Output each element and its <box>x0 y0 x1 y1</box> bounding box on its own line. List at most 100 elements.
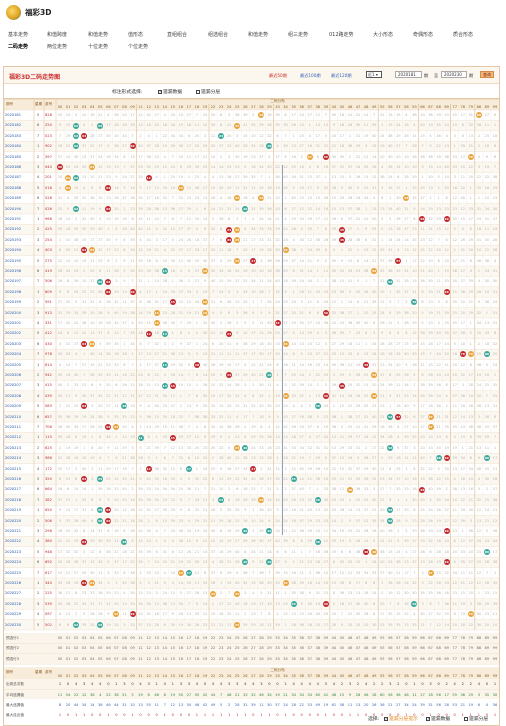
missing-data-toggle[interactable]: ✓遗漏数据 <box>158 88 182 95</box>
miss-cell: 13 <box>459 487 467 491</box>
recent-120-link[interactable]: 最近120期 <box>331 73 352 79</box>
stats-cell: 1 <box>491 682 499 686</box>
miss-cell: 36 <box>435 404 443 408</box>
nav-item[interactable]: 质合形态 <box>453 31 473 38</box>
query-button[interactable]: 查询 <box>480 71 494 78</box>
miss-cell: 6 <box>306 311 314 315</box>
miss-cell: 1 <box>282 591 290 595</box>
miss-cell: 9 <box>201 227 209 231</box>
miss-cell: 34 <box>322 300 330 304</box>
miss-cell: 32 <box>120 581 128 585</box>
stats-cell: 36 <box>394 693 402 697</box>
miss-cell: 21 <box>169 560 177 564</box>
nav-item[interactable]: 值形态 <box>128 31 143 38</box>
miss-cell: 25 <box>112 602 120 606</box>
miss-cell: 24 <box>169 571 177 575</box>
miss-cell: 19 <box>225 539 233 543</box>
miss-cell: 20 <box>241 300 249 304</box>
miss-cell: 30 <box>209 321 217 325</box>
miss-cell: 1 <box>459 529 467 533</box>
predict-cell: 39 <box>322 636 330 640</box>
start-issue-input[interactable]: 2020181 <box>395 71 422 78</box>
header-col: 02 <box>72 105 80 109</box>
miss-cell: 18 <box>290 435 298 439</box>
miss-cell: 31 <box>346 477 354 481</box>
miss-cell: 35 <box>330 259 338 263</box>
miss-cell: 37 <box>128 300 136 304</box>
miss-cell: 4 <box>249 196 257 200</box>
miss-cell: 1 <box>314 487 322 491</box>
nav-item[interactable]: 二码走势 <box>8 43 28 50</box>
predict-cell: 25 <box>233 657 241 661</box>
miss-cell: 20 <box>362 311 370 315</box>
miss-cell: 40 <box>80 467 88 471</box>
miss-cell: 3 <box>201 134 209 138</box>
nav-item[interactable]: 十位走势 <box>88 43 108 50</box>
issue-cell: 2020184 <box>5 144 21 148</box>
nav-item[interactable]: 奇偶形态 <box>413 31 433 38</box>
miss-cell: 29 <box>201 144 209 148</box>
miss-cell: 28 <box>402 321 410 325</box>
nav-item[interactable]: 个位走势 <box>128 43 148 50</box>
recent-50-link[interactable]: 最近50期 <box>269 73 287 79</box>
miss-cell: 24 <box>177 238 185 242</box>
miss-cell: 15 <box>161 519 169 523</box>
miss-cell: 5 <box>104 560 112 564</box>
nav-item[interactable]: 组三走势 <box>288 31 308 38</box>
miss-cell: 32 <box>72 550 80 554</box>
miss-cell: 3 <box>233 134 241 138</box>
recent-100-link[interactable]: 最近100期 <box>300 73 321 79</box>
miss-cell: 22 <box>225 602 233 606</box>
nav-item[interactable]: 基本走势 <box>8 31 28 38</box>
miss-cell: 25 <box>370 227 378 231</box>
miss-cell: 13 <box>145 352 153 356</box>
miss-cell: 38 <box>290 248 298 252</box>
missing-layer-toggle[interactable]: 遗漏分层 <box>196 88 220 95</box>
miss-cell: 39 <box>402 539 410 543</box>
issue-cell: 2020203 <box>5 342 21 346</box>
miss-cell: 4 <box>128 321 136 325</box>
miss-cell: 40 <box>128 227 136 231</box>
footer-missing-toggle[interactable]: ✓遗漏数据 <box>426 715 450 722</box>
miss-cell: 9 <box>104 446 112 450</box>
footer-layer-toggle[interactable]: 遗漏分层 <box>464 715 488 722</box>
miss-cell: 17 <box>72 508 80 512</box>
miss-cell: 18 <box>257 144 265 148</box>
nav-item[interactable]: 和值走势 <box>248 31 268 38</box>
miss-cell: 22 <box>56 539 64 543</box>
miss-cell: 1 <box>451 144 459 148</box>
end-issue-input[interactable]: 2020230 <box>441 71 467 78</box>
miss-cell: 6 <box>128 217 136 221</box>
stats-col: 13 <box>153 674 161 678</box>
miss-cell: 3 <box>56 342 64 346</box>
footer-hint-toggle[interactable]: ✓遗漏分层提示 <box>384 715 418 722</box>
predict-cell: 09 <box>128 636 136 640</box>
nav-item[interactable]: 和值走势 <box>88 31 108 38</box>
header-col: 23 <box>217 105 225 109</box>
nav-item[interactable]: 012路走势 <box>329 31 354 38</box>
miss-cell: 17 <box>459 113 467 117</box>
miss-cell: 38 <box>410 113 418 117</box>
stats-cell: 38 <box>112 693 120 697</box>
miss-cell: 20 <box>169 113 177 117</box>
miss-cell: 20 <box>467 175 475 179</box>
nav-item[interactable]: 大小形态 <box>373 31 393 38</box>
miss-cell: 37 <box>80 560 88 564</box>
miss-cell: 2 <box>314 383 322 387</box>
stats-cell: 42 <box>201 693 209 697</box>
miss-cell: 7 <box>257 612 265 616</box>
period-select[interactable]: 近1 ▾ <box>366 71 382 78</box>
nav-item[interactable]: 直组组合 <box>167 31 187 38</box>
miss-cell: 8 <box>225 217 233 221</box>
miss-cell: 30 <box>72 155 80 159</box>
miss-cell: 9 <box>330 123 338 127</box>
miss-cell: 22 <box>88 290 96 294</box>
miss-cell: 12 <box>290 467 298 471</box>
miss-cell: 8 <box>225 311 233 315</box>
stats-cell: 27 <box>394 703 402 707</box>
nav-item[interactable]: 和值跨度 <box>47 31 67 38</box>
miss-cell: 2 <box>282 487 290 491</box>
nav-item[interactable]: 组选组合 <box>208 31 228 38</box>
nav-item[interactable]: 两位走势 <box>47 43 67 50</box>
miss-cell: 5 <box>120 269 128 273</box>
